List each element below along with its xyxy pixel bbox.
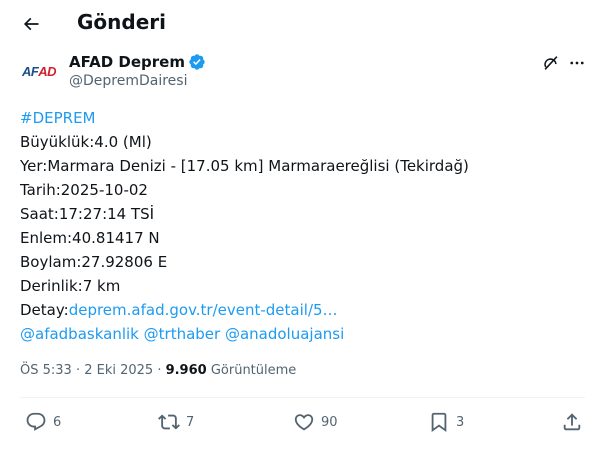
tweet-line-detail: Detay:deprem.afad.gov.tr/event-detail/5… xyxy=(20,298,585,322)
share-button[interactable] xyxy=(561,410,583,434)
tweet-line-depth: Derinlik:7 km xyxy=(20,277,121,295)
back-arrow-icon xyxy=(23,17,39,31)
retweet-button[interactable]: 7 xyxy=(158,410,194,434)
grok-icon xyxy=(544,56,558,70)
bookmark-icon xyxy=(431,412,447,433)
retweet-icon xyxy=(158,414,180,430)
tweet-text: #DEPREM Büyüklük:4.0 (Ml) Yer:Marmara De… xyxy=(20,106,585,346)
like-button[interactable]: 90 xyxy=(293,410,338,434)
divider xyxy=(20,397,585,398)
tweet-timestamp[interactable]: ÖS 5:33 · 2 Eki 2025 · xyxy=(20,363,166,378)
tweet-line-hashtag: #DEPREM xyxy=(20,106,585,130)
views-label: Görüntüleme xyxy=(206,363,297,378)
page-header: Gönderi xyxy=(0,0,601,44)
like-count: 90 xyxy=(321,414,338,430)
back-button[interactable] xyxy=(14,7,48,41)
author-handle[interactable]: @DepremDairesi xyxy=(69,73,187,89)
avatar-logo-part-1: AF xyxy=(21,63,39,79)
share-icon xyxy=(563,413,581,431)
reply-button[interactable]: 6 xyxy=(25,410,61,434)
tweet-line-latitude: Enlem:40.81417 N xyxy=(20,229,160,247)
avatar-logo-part-2: AD xyxy=(38,63,57,79)
reply-count: 6 xyxy=(53,414,62,430)
author-name-row: AFAD Deprem xyxy=(69,52,206,72)
tweet-meta: ÖS 5:33 · 2 Eki 2025 · 9.960 Görüntüleme xyxy=(20,361,296,381)
like-icon xyxy=(294,414,314,431)
views-count: 9.960 xyxy=(165,363,207,378)
verified-badge-icon xyxy=(189,54,205,70)
detail-link[interactable]: deprem.afad.gov.tr/event-detail/5… xyxy=(69,301,338,319)
retweet-count: 7 xyxy=(186,414,195,430)
reply-icon xyxy=(26,412,46,431)
tweet-line-location: Yer:Marmara Denizi - [17.05 km] Marmarae… xyxy=(20,157,469,175)
mention-link[interactable]: @afadbaskanlik xyxy=(20,325,139,343)
tweet-line-date: Tarih:2025-10-02 xyxy=(20,181,148,199)
tweet-line-mentions: @afadbaskanlik @trthaber @anadoluajansi xyxy=(20,322,585,346)
page-title: Gönderi xyxy=(77,10,166,34)
grok-button[interactable] xyxy=(540,52,562,74)
mention-link[interactable]: @anadoluajansi xyxy=(225,325,344,343)
more-icon xyxy=(570,61,584,65)
tweet-line-longitude: Boylam:27.92806 E xyxy=(20,253,168,271)
author-name[interactable]: AFAD Deprem xyxy=(69,53,185,71)
tweet-line-magnitude: Büyüklük:4.0 (Ml) xyxy=(20,133,152,151)
hashtag-link[interactable]: #DEPREM xyxy=(20,109,95,127)
bookmark-count: 3 xyxy=(456,414,465,430)
detail-label: Detay: xyxy=(20,301,69,319)
bookmark-button[interactable]: 3 xyxy=(428,410,464,434)
avatar[interactable]: AF AD xyxy=(19,58,59,84)
tweet-line-time: Saat:17:27:14 TSİ xyxy=(20,205,155,223)
mention-link[interactable]: @trthaber xyxy=(144,325,221,343)
more-button[interactable] xyxy=(566,52,588,74)
